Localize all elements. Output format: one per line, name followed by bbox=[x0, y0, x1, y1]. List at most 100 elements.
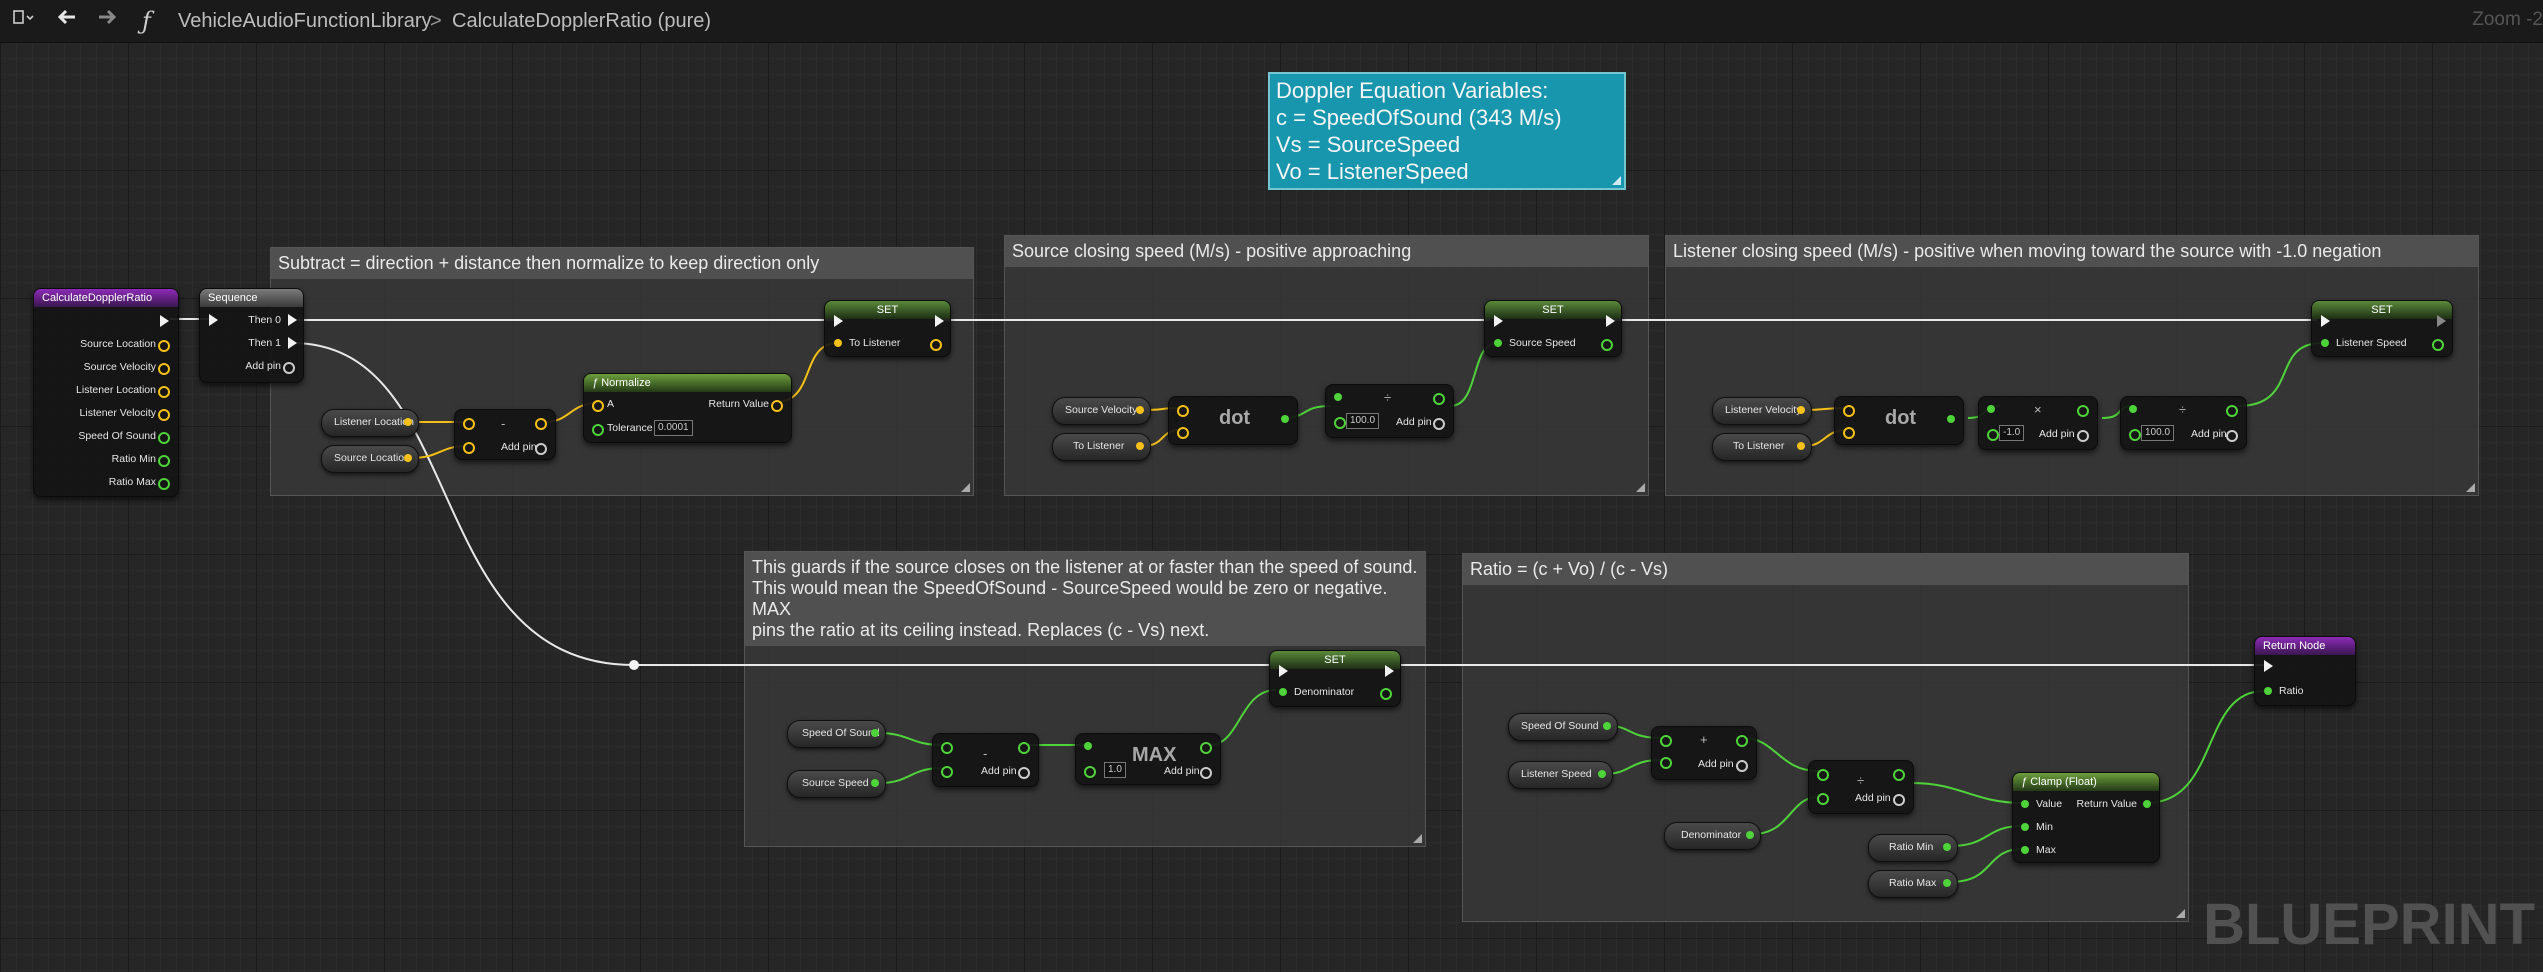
output-pin[interactable] bbox=[1136, 406, 1144, 414]
listener-location-pin[interactable] bbox=[158, 386, 170, 398]
exec-input-pin[interactable] bbox=[209, 314, 218, 326]
set-denominator-node[interactable]: SET Denominator bbox=[1269, 650, 1401, 707]
divide-node-2[interactable]: ÷ 100.0 Add pin bbox=[2120, 396, 2247, 450]
output-pin[interactable] bbox=[1200, 742, 1212, 754]
divisor-input[interactable]: 100.0 bbox=[1346, 413, 1380, 429]
tolerance-pin[interactable] bbox=[592, 424, 604, 436]
input-pin-a[interactable] bbox=[1334, 393, 1342, 401]
exec-input-pin[interactable] bbox=[834, 315, 843, 327]
clamp-return-pin[interactable] bbox=[2143, 800, 2151, 808]
ratio-min-getter[interactable]: Ratio Min bbox=[1868, 834, 1958, 862]
input-pin-b[interactable] bbox=[1084, 766, 1096, 778]
clamp-max-pin[interactable] bbox=[2021, 846, 2029, 854]
normalize-a-pin[interactable] bbox=[592, 400, 604, 412]
exec-input-pin[interactable] bbox=[2321, 315, 2330, 327]
output-pin[interactable] bbox=[1136, 442, 1144, 450]
add-pin-button[interactable] bbox=[1200, 767, 1212, 779]
source-velocity-pin[interactable] bbox=[158, 363, 170, 375]
clamp-min-pin[interactable] bbox=[2021, 823, 2029, 831]
input-pin-b[interactable] bbox=[941, 766, 953, 778]
ratio-min-pin[interactable] bbox=[158, 455, 170, 467]
output-pin[interactable] bbox=[1943, 843, 1951, 851]
dot-product-node-2[interactable]: dot bbox=[1834, 396, 1964, 445]
input-pin-b[interactable] bbox=[1987, 429, 1999, 441]
output-pin[interactable] bbox=[2077, 405, 2089, 417]
output-pin[interactable] bbox=[1797, 442, 1805, 450]
exec-input-pin[interactable] bbox=[1494, 315, 1503, 327]
speed-of-sound-pin[interactable] bbox=[158, 432, 170, 444]
speed-of-sound-getter-2[interactable]: Speed Of Sound bbox=[1508, 713, 1618, 741]
set-to-listener-node[interactable]: SET To Listener bbox=[824, 300, 951, 357]
source-velocity-getter[interactable]: Source Velocity bbox=[1052, 397, 1151, 425]
input-pin-a[interactable] bbox=[1843, 405, 1855, 417]
input-pin-a[interactable] bbox=[463, 418, 475, 430]
source-location-getter[interactable]: Source Location bbox=[321, 445, 419, 473]
input-pin-a[interactable] bbox=[1084, 742, 1092, 750]
listener-location-getter[interactable]: Listener Location bbox=[321, 409, 419, 437]
output-pin[interactable] bbox=[1893, 769, 1905, 781]
output-pin[interactable] bbox=[1281, 415, 1289, 423]
max-node[interactable]: MAX 1.0 Add pin bbox=[1075, 733, 1221, 785]
output-pin[interactable] bbox=[1797, 406, 1805, 414]
output-pin[interactable] bbox=[1947, 415, 1955, 423]
set-source-speed-node[interactable]: SET Source Speed bbox=[1484, 300, 1622, 357]
input-pin-b[interactable] bbox=[1843, 427, 1855, 439]
listener-speed-output-pin[interactable] bbox=[2432, 339, 2444, 351]
to-listener-getter[interactable]: To Listener bbox=[1052, 433, 1151, 461]
source-speed-input-pin[interactable] bbox=[1494, 339, 1502, 347]
output-pin[interactable] bbox=[404, 454, 412, 462]
ratio-input-pin[interactable] bbox=[2264, 687, 2272, 695]
to-listener-getter-2[interactable]: To Listener bbox=[1712, 433, 1812, 461]
output-pin[interactable] bbox=[1598, 770, 1606, 778]
input-pin-b[interactable] bbox=[2129, 429, 2141, 441]
add-pin-button[interactable] bbox=[1736, 760, 1748, 772]
vector-subtract-node[interactable]: - Add pin bbox=[454, 409, 556, 460]
sequence-node[interactable]: Sequence Then 0 Then 1 Add pin bbox=[199, 288, 304, 383]
tolerance-input[interactable]: 0.0001 bbox=[654, 420, 693, 436]
output-pin[interactable] bbox=[871, 779, 879, 787]
speed-of-sound-getter[interactable]: Speed Of Sound bbox=[787, 720, 886, 748]
to-listener-input-pin[interactable] bbox=[834, 339, 842, 347]
return-node[interactable]: Return Node Ratio bbox=[2254, 636, 2356, 706]
exec-output-pin[interactable] bbox=[2437, 315, 2446, 327]
exec-output-pin[interactable] bbox=[935, 315, 944, 327]
output-pin[interactable] bbox=[1018, 742, 1030, 754]
then0-pin[interactable] bbox=[288, 314, 297, 326]
ratio-max-getter[interactable]: Ratio Max bbox=[1868, 870, 1958, 898]
output-pin[interactable] bbox=[1433, 393, 1445, 405]
set-listener-speed-node[interactable]: SET Listener Speed bbox=[2311, 300, 2453, 357]
add-node[interactable]: + Add pin bbox=[1651, 726, 1757, 780]
normalize-return-pin[interactable] bbox=[771, 400, 783, 412]
output-pin[interactable] bbox=[1746, 831, 1754, 839]
denominator-getter[interactable]: Denominator bbox=[1664, 822, 1761, 850]
divide-node[interactable]: ÷ 100.0 Add pin bbox=[1325, 384, 1454, 438]
output-pin[interactable] bbox=[1943, 879, 1951, 887]
add-pin-button[interactable] bbox=[2077, 430, 2089, 442]
listener-speed-getter[interactable]: Listener Speed bbox=[1508, 761, 1613, 789]
input-pin-a[interactable] bbox=[1817, 769, 1829, 781]
input-pin-a[interactable] bbox=[1987, 405, 1995, 413]
multiplier-input[interactable]: -1.0 bbox=[1999, 425, 2025, 441]
add-pin-button[interactable] bbox=[1018, 767, 1030, 779]
ratio-divide-node[interactable]: ÷ Add pin bbox=[1808, 760, 1914, 814]
output-pin[interactable] bbox=[2226, 405, 2238, 417]
source-location-pin[interactable] bbox=[158, 340, 170, 352]
float-subtract-node[interactable]: - Add pin bbox=[932, 733, 1039, 787]
input-pin-b[interactable] bbox=[1660, 757, 1672, 769]
to-listener-output-pin[interactable] bbox=[930, 339, 942, 351]
listener-speed-input-pin[interactable] bbox=[2321, 339, 2329, 347]
input-pin-b[interactable] bbox=[1817, 793, 1829, 805]
add-pin-button[interactable] bbox=[1893, 794, 1905, 806]
ratio-max-pin[interactable] bbox=[158, 478, 170, 490]
clamp-float-node[interactable]: ƒ Clamp (Float) Value Return Value Min M… bbox=[2012, 772, 2160, 863]
exec-input-pin[interactable] bbox=[2264, 660, 2273, 672]
clamp-value-pin[interactable] bbox=[2021, 800, 2029, 808]
source-speed-getter[interactable]: Source Speed bbox=[787, 770, 886, 798]
listener-velocity-pin[interactable] bbox=[158, 409, 170, 421]
input-pin-b[interactable] bbox=[1177, 427, 1189, 439]
input-pin-a[interactable] bbox=[941, 742, 953, 754]
entry-node[interactable]: CalculateDopplerRatio Source Location So… bbox=[33, 288, 179, 497]
add-pin-button[interactable] bbox=[535, 443, 547, 455]
input-pin-b[interactable] bbox=[1334, 417, 1346, 429]
output-pin[interactable] bbox=[1603, 722, 1611, 730]
